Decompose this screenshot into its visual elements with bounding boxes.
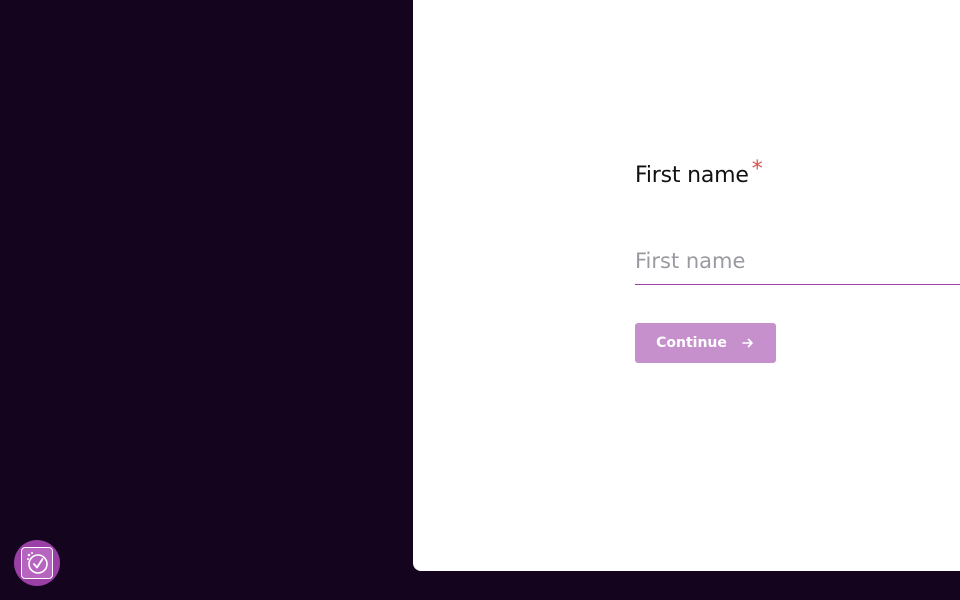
first-name-input[interactable]	[635, 238, 960, 285]
first-name-label: First name *	[635, 157, 763, 188]
assistant-badge-button[interactable]	[14, 540, 60, 586]
arrow-right-icon	[741, 336, 755, 350]
checklist-badge-icon	[21, 547, 53, 579]
required-marker: *	[751, 157, 763, 182]
page-background: First name* Continue	[0, 0, 960, 600]
form-panel: First name* Continue	[413, 0, 960, 571]
first-name-label-text: First name	[635, 163, 749, 188]
continue-button-label: Continue	[656, 335, 727, 351]
continue-button[interactable]: Continue	[635, 323, 776, 363]
